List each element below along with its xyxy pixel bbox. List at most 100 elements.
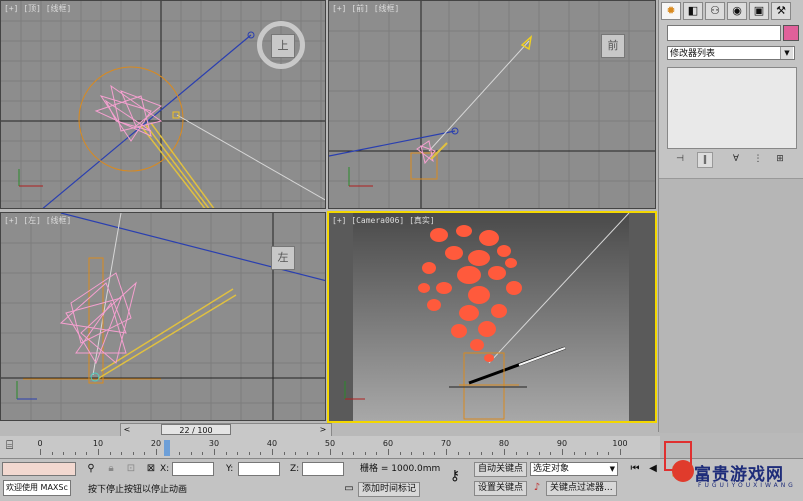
timeline-tick <box>562 449 563 455</box>
timeline-tick <box>330 449 331 455</box>
watermark-subtext: FUGUIYOUXIWANG <box>698 482 796 489</box>
time-slider-thumb[interactable]: 22 / 100 <box>161 424 231 435</box>
timeline-tick <box>399 452 401 455</box>
pin-stack-icon[interactable]: ⊣ <box>673 152 687 166</box>
object-name-field[interactable] <box>667 25 781 41</box>
timeline-tick <box>272 449 273 455</box>
timeline-tick <box>132 452 134 455</box>
timeline-tick <box>550 452 552 455</box>
modifier-list-dropdown[interactable]: 修改器列表 ▼ <box>667 46 795 60</box>
viewport-top[interactable]: [+] [顶] [线框] 上 <box>0 0 326 209</box>
timeline-tick <box>40 449 41 455</box>
chevron-down-icon[interactable]: ▼ <box>610 463 615 475</box>
timeline-tick <box>434 452 436 455</box>
utilities-tab-icon[interactable]: ⚒ <box>771 2 791 20</box>
timeline-tick-label: 90 <box>556 439 568 448</box>
timeline-tick <box>585 452 587 455</box>
remove-modifier-icon[interactable]: ⋮ <box>751 152 765 166</box>
timeline-tick <box>51 452 53 455</box>
site-watermark: 富贵游戏网 FUGUIYOUXIWANG <box>672 458 803 500</box>
viewport-left[interactable]: [+] [左] [线框] 左 <box>0 212 326 421</box>
selected-object-label: 选定对象 <box>533 464 570 474</box>
viewport-left-label[interactable]: [+] [左] [线框] <box>4 215 71 226</box>
timeline-tick <box>318 452 320 455</box>
timeline-tick-label: 60 <box>382 439 394 448</box>
timeline-tick-label: 40 <box>266 439 278 448</box>
timeline-tick-label: 0 <box>37 439 43 448</box>
z-coordinate-field[interactable] <box>302 462 344 476</box>
next-frame-icon[interactable]: > <box>317 424 329 436</box>
timeline-tick <box>98 449 99 455</box>
modifier-stack[interactable] <box>667 67 797 149</box>
current-frame-marker[interactable] <box>164 440 170 456</box>
timeline-tick <box>283 452 285 455</box>
time-slider[interactable]: < 22 / 100 > <box>120 423 332 437</box>
timeline-tick <box>86 452 88 455</box>
viewport-front-label[interactable]: [+] [前] [线框] <box>332 3 399 14</box>
timeline-tick <box>457 452 459 455</box>
viewport-camera-label[interactable]: [+] [Camera006] [真实] <box>332 215 435 226</box>
timeline-tick <box>260 452 262 455</box>
set-key-button[interactable]: 设置关键点 <box>474 481 528 496</box>
modify-tab-icon[interactable]: ◧ <box>683 2 703 20</box>
x-label: X: <box>160 464 170 474</box>
welcome-text: 欢迎使用 MAXSc <box>3 480 71 496</box>
prev-key-icon[interactable]: ◀ <box>646 462 660 476</box>
motion-tab-icon[interactable]: ◉ <box>727 2 747 20</box>
absolute-mode-icon[interactable]: ⊡ <box>124 462 138 476</box>
create-tab-icon[interactable]: ✹ <box>661 2 681 20</box>
time-tag-icon[interactable]: ▭ <box>342 482 356 496</box>
padlock-icon[interactable]: 🔒︎ <box>104 462 118 476</box>
grid-size-text: 栅格 = 1000.0mm <box>360 464 441 474</box>
watermark-logo-icon <box>672 460 694 482</box>
timeline-tick <box>248 452 250 455</box>
viewport-front[interactable]: [+] [前] [线框] 前 <box>328 0 656 209</box>
y-label: Y: <box>226 464 234 474</box>
maxscript-listener-field[interactable] <box>2 462 76 476</box>
timeline-tick <box>573 452 575 455</box>
curve-editor-icon[interactable]: ⌸ <box>6 438 13 453</box>
configure-sets-icon[interactable]: ⊞ <box>773 152 787 166</box>
timeline-tick <box>179 452 181 455</box>
selection-lock-icon[interactable]: ⚲ <box>84 462 98 476</box>
timeline-tick <box>538 452 540 455</box>
key-filters-button[interactable]: 关键点过滤器... <box>546 481 617 496</box>
add-time-tag-button[interactable]: 添加时间标记 <box>358 482 421 497</box>
viewcube-front[interactable]: 前 <box>601 34 625 58</box>
display-tab-icon[interactable]: ▣ <box>749 2 769 20</box>
selected-object-dropdown[interactable]: 选定对象 ▼ <box>530 462 618 476</box>
viewcube-top[interactable]: 上 <box>271 34 295 58</box>
timeline-tick <box>306 452 308 455</box>
timeline-tick <box>63 452 65 455</box>
show-end-result-icon[interactable]: ‖ <box>697 152 713 168</box>
command-panel: ✹ ◧ ⚇ ◉ ▣ ⚒ 修改器列表 ▼ ⊣ ‖ ∀ ⋮ ⊞ <box>658 0 803 433</box>
viewcube-left[interactable]: 左 <box>271 246 295 270</box>
viewport-camera[interactable]: [+] [Camera006] [真实] <box>327 211 657 423</box>
timeline-tick <box>596 452 598 455</box>
transform-type-in-icon[interactable]: ⊠ <box>144 462 158 476</box>
timeline-tick <box>492 452 494 455</box>
chevron-down-icon[interactable]: ▼ <box>780 47 793 59</box>
auto-key-button[interactable]: 自动关键点 <box>474 462 528 477</box>
key-filter-icon[interactable]: ♪ <box>530 481 544 495</box>
timeline-tick <box>109 452 111 455</box>
prev-frame-icon[interactable]: < <box>121 424 133 436</box>
hierarchy-tab-icon[interactable]: ⚇ <box>705 2 725 20</box>
timeline-tick <box>121 452 123 455</box>
timeline-tick <box>620 449 621 455</box>
timeline-tick <box>214 449 215 455</box>
timeline-tick <box>295 452 297 455</box>
object-color-swatch[interactable] <box>783 25 799 41</box>
key-icon[interactable]: ⚷ <box>448 469 462 483</box>
timeline-ruler[interactable]: 0 10 20 30 40 50 60 70 80 90 100 <box>30 439 630 455</box>
x-coordinate-field[interactable] <box>172 462 214 476</box>
timeline-tick <box>527 452 529 455</box>
viewport-top-label[interactable]: [+] [顶] [线框] <box>4 3 71 14</box>
track-bar[interactable]: ⌸ 0 10 20 30 40 50 60 70 80 90 100 <box>0 436 660 458</box>
make-unique-icon[interactable]: ∀ <box>729 152 743 166</box>
viewport-front-scene <box>329 1 655 208</box>
go-to-start-icon[interactable]: ⏮ <box>628 462 642 476</box>
y-coordinate-field[interactable] <box>238 462 280 476</box>
timeline-tick <box>237 452 239 455</box>
timeline-tick <box>388 449 389 455</box>
